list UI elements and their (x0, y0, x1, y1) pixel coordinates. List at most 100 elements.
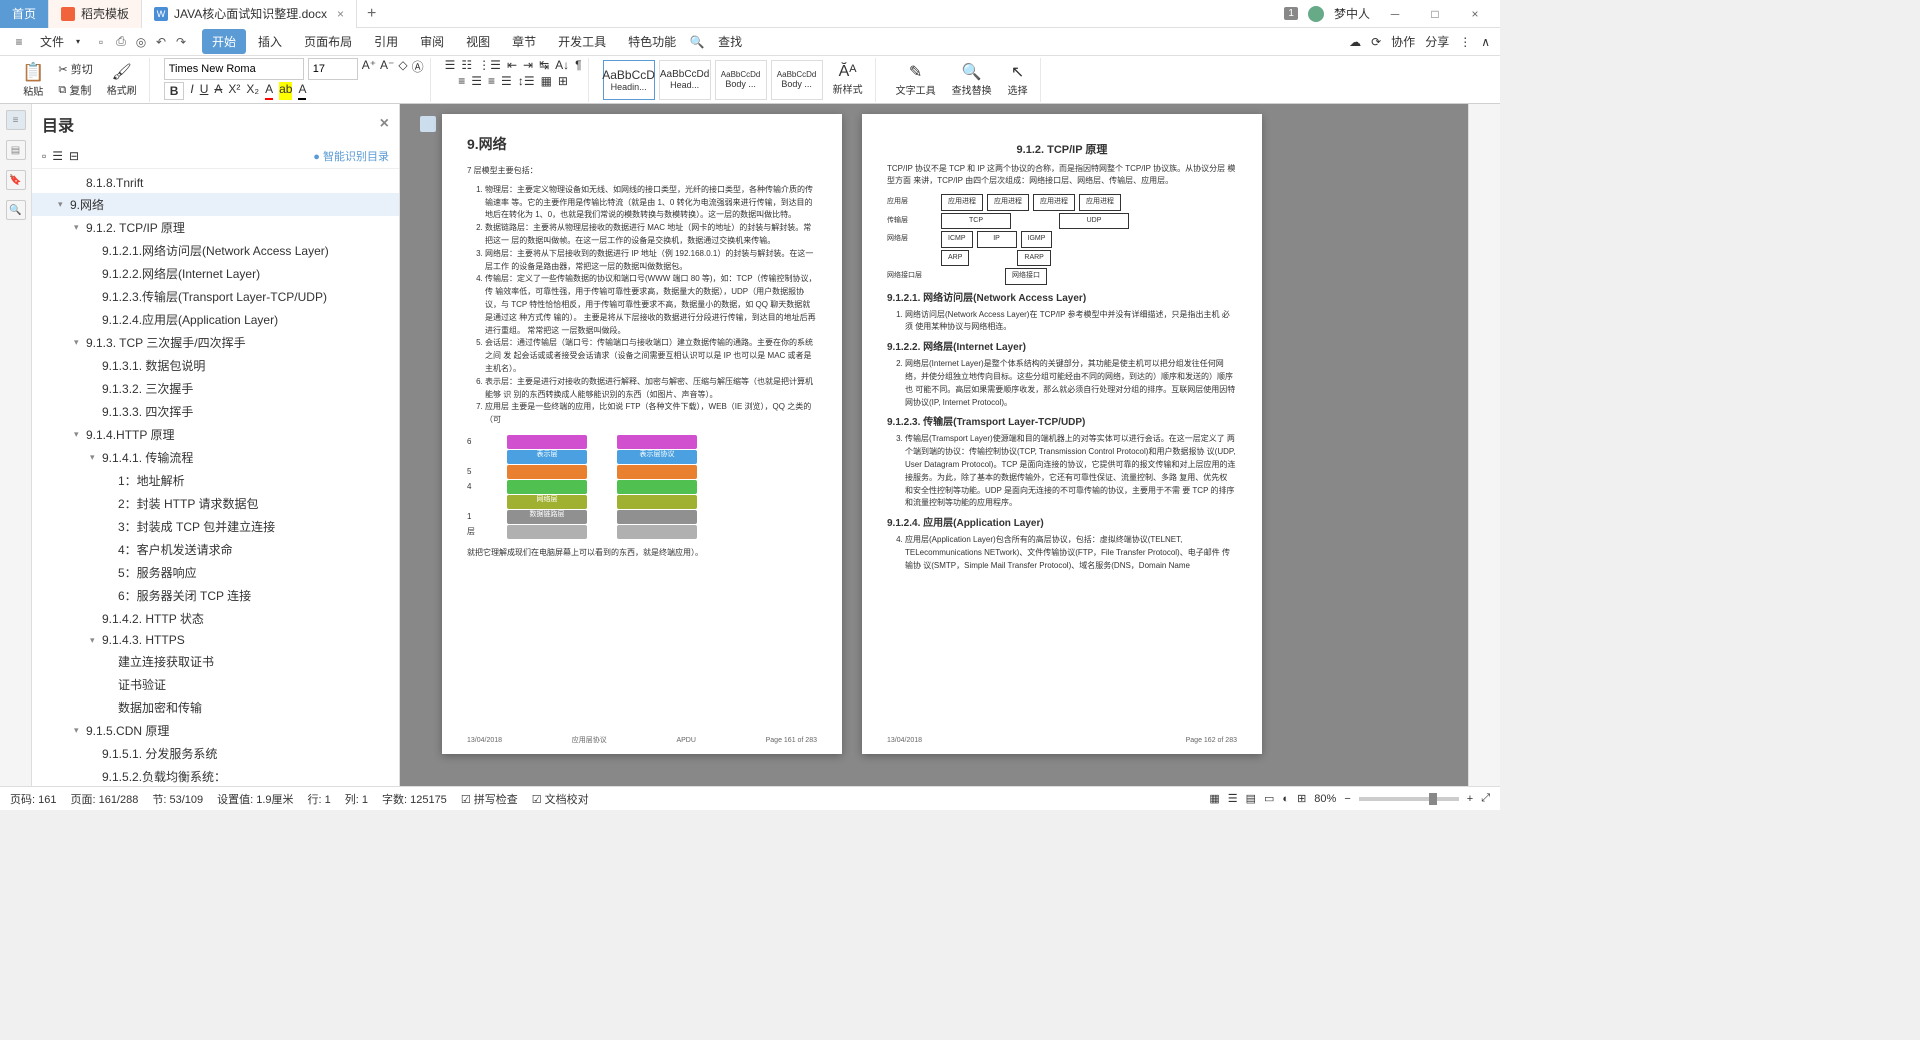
outline-item[interactable]: 9.1.2.1.网络访问层(Network Access Layer) (32, 239, 399, 262)
outline-item[interactable]: 1：地址解析 (32, 469, 399, 492)
style-body2[interactable]: AaBbCcDdBody ... (771, 60, 823, 100)
save-icon[interactable]: ▫ (92, 33, 110, 51)
menu-reference[interactable]: 引用 (364, 29, 408, 54)
cut-button[interactable]: ✂ 剪切 (54, 59, 96, 79)
outline-item[interactable]: ▾9.网络 (32, 193, 399, 216)
decrease-indent-icon[interactable]: ⇤ (507, 58, 517, 72)
clear-format-icon[interactable]: ◇ (398, 58, 407, 80)
style-head[interactable]: AaBbCcDdHead... (659, 60, 711, 100)
new-style-button[interactable]: Ăᴬ新样式 (827, 61, 869, 98)
tab-template[interactable]: 稻壳模板 (49, 0, 142, 28)
print-icon[interactable]: ⎙ (112, 33, 130, 51)
outline-item[interactable]: 5：服务器响应 (32, 561, 399, 584)
outline-item[interactable]: 9.1.5.2.负载均衡系统： (32, 765, 399, 786)
new-tab-button[interactable]: + (357, 5, 386, 23)
docproof-button[interactable]: ☑ 文档校对 (532, 791, 589, 807)
align-left-icon[interactable]: ≡ (458, 74, 465, 88)
outline-item[interactable]: 数据加密和传输 (32, 696, 399, 719)
coop-label[interactable]: 协作 (1391, 33, 1415, 50)
cloud-icon[interactable]: ☁ (1349, 35, 1361, 49)
refresh-icon[interactable]: ⟳ (1371, 35, 1381, 49)
more-icon[interactable]: ⋮ (1459, 35, 1471, 49)
strike-button[interactable]: A (214, 82, 222, 100)
outline-item[interactable]: 9.1.3.2. 三次握手 (32, 377, 399, 400)
outline-item[interactable]: 2：封装 HTTP 请求数据包 (32, 492, 399, 515)
zoom-slider[interactable] (1359, 797, 1459, 801)
sort-icon[interactable]: A↓ (555, 58, 569, 72)
spellcheck-button[interactable]: ☑ 拼写检查 (461, 791, 518, 807)
char-border-button[interactable]: A (298, 82, 306, 100)
tab-home[interactable]: 首页 (0, 0, 49, 28)
redo-icon[interactable]: ↷ (172, 33, 190, 51)
view-outline-icon[interactable]: ☰ (1228, 792, 1238, 805)
font-color-button[interactable]: A (265, 82, 273, 100)
outline-item[interactable]: 9.1.2.4.应用层(Application Layer) (32, 308, 399, 331)
outline-item[interactable]: ▾9.1.5.CDN 原理 (32, 719, 399, 742)
outline-item[interactable]: 9.1.4.2. HTTP 状态 (32, 607, 399, 630)
highlight-button[interactable]: ab (279, 82, 292, 100)
decrease-font-icon[interactable]: A⁻ (380, 58, 394, 80)
undo-icon[interactable]: ↶ (152, 33, 170, 51)
chevron-icon[interactable]: ▾ (90, 635, 102, 646)
justify-icon[interactable]: ☰ (501, 74, 512, 88)
maximize-button[interactable]: □ (1420, 4, 1450, 24)
align-right-icon[interactable]: ≡ (488, 74, 495, 88)
outline-item[interactable]: 9.1.2.3.传输层(Transport Layer-TCP/UDP) (32, 285, 399, 308)
outline-item[interactable]: ▾9.1.3. TCP 三次握手/四次挥手 (32, 331, 399, 354)
close-icon[interactable]: × (337, 7, 344, 21)
shading-icon[interactable]: ▦ (541, 74, 552, 88)
select-button[interactable]: ↖选择 (1002, 60, 1034, 99)
font-size-select[interactable] (308, 58, 358, 80)
outline-item[interactable]: 9.1.5.1. 分发服务系统 (32, 742, 399, 765)
style-body1[interactable]: AaBbCcDdBody ... (715, 60, 767, 100)
close-icon[interactable]: × (380, 115, 389, 133)
border-icon[interactable]: ⊞ (558, 74, 568, 88)
search-icon[interactable]: 🔍 (688, 33, 706, 51)
outline-item[interactable]: 6：服务器关闭 TCP 连接 (32, 584, 399, 607)
outline-toggle-icon[interactable]: ≡ (6, 110, 26, 130)
outline-list-icon[interactable]: ☰ (52, 149, 63, 163)
view-print-icon[interactable]: ▦ (1209, 792, 1219, 805)
chevron-icon[interactable]: ▾ (74, 429, 86, 440)
minimize-button[interactable]: ─ (1380, 4, 1410, 24)
outline-square-icon[interactable]: ▫ (42, 149, 46, 163)
hamburger-icon[interactable]: ≡ (10, 33, 28, 51)
ruler-icon[interactable]: ⊞ (1297, 792, 1306, 805)
menu-layout[interactable]: 页面布局 (294, 29, 362, 54)
bookmark-icon[interactable]: 🔖 (6, 170, 26, 190)
italic-button[interactable]: I (190, 82, 193, 100)
menu-view[interactable]: 视图 (456, 29, 500, 54)
chevron-icon[interactable]: ▾ (74, 725, 86, 736)
tab-document[interactable]: W JAVA核心面试知识整理.docx × (142, 0, 357, 28)
outline-item[interactable]: 证书验证 (32, 673, 399, 696)
superscript-button[interactable]: X² (228, 82, 240, 100)
increase-font-icon[interactable]: A⁺ (362, 58, 376, 80)
outline-item[interactable]: 建立连接获取证书 (32, 650, 399, 673)
number-list-icon[interactable]: ☷ (461, 58, 472, 72)
share-label[interactable]: 分享 (1425, 33, 1449, 50)
menu-section[interactable]: 章节 (502, 29, 546, 54)
bold-button[interactable]: B (164, 82, 185, 100)
subscript-button[interactable]: X₂ (246, 82, 259, 100)
document-area[interactable]: 9.网络 7 层模型主要包括： 物理层：主要定义物理设备如无线、如网线的接口类型… (400, 104, 1468, 786)
zoom-icon[interactable]: 🔍 (6, 200, 26, 220)
night-mode-icon[interactable]: ◐ (1282, 793, 1289, 805)
menu-search[interactable]: 查找 (708, 29, 752, 54)
outline-item[interactable]: 3：封装成 TCP 包并建立连接 (32, 515, 399, 538)
outline-item[interactable]: 9.1.2.2.网络层(Internet Layer) (32, 262, 399, 285)
view-read-icon[interactable]: ▭ (1264, 792, 1274, 805)
collapse-ribbon-icon[interactable]: ∧ (1481, 35, 1490, 49)
outline-item[interactable]: 4：客户机发送请求命 (32, 538, 399, 561)
bullet-list-icon[interactable]: ☰ (445, 58, 456, 72)
zoom-out-button[interactable]: − (1344, 793, 1350, 805)
menu-features[interactable]: 特色功能 (618, 29, 686, 54)
style-heading[interactable]: AaBbCcDHeadin... (603, 60, 655, 100)
thumbnail-icon[interactable]: ▤ (6, 140, 26, 160)
outline-item[interactable]: ▾9.1.2. TCP/IP 原理 (32, 216, 399, 239)
line-spacing-icon[interactable]: ↕☰ (518, 74, 535, 88)
align-center-icon[interactable]: ☰ (471, 74, 482, 88)
close-button[interactable]: × (1460, 4, 1490, 24)
underline-button[interactable]: U (200, 82, 209, 100)
char-scale-icon[interactable]: Ⓐ (412, 58, 424, 80)
smart-recognize-button[interactable]: ● 智能识别目录 (313, 148, 389, 164)
